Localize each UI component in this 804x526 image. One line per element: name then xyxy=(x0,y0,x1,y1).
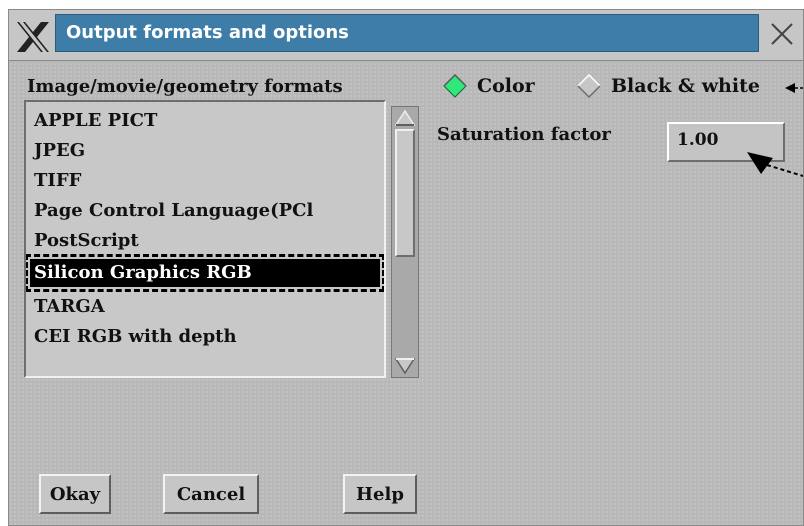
title-bar[interactable]: Output formats and options xyxy=(9,10,803,61)
cancel-button[interactable]: Cancel xyxy=(163,474,259,514)
list-item[interactable]: TARGA xyxy=(30,292,380,322)
close-icon[interactable] xyxy=(767,18,797,50)
radio-black-white[interactable]: Black & white xyxy=(577,74,791,98)
list-item[interactable]: PostScript xyxy=(30,226,380,256)
help-button[interactable]: Help xyxy=(343,474,417,514)
okay-button[interactable]: Okay xyxy=(39,474,111,514)
scroll-down-arrow-icon[interactable] xyxy=(394,357,416,375)
annotation-arrow-icon xyxy=(747,152,803,177)
dialog-window: Output formats and options Image/movie/g… xyxy=(8,9,804,526)
formats-label: Image/movie/geometry formats xyxy=(27,76,343,97)
radio-label-color: Color xyxy=(477,75,535,97)
radio-diamond-icon xyxy=(443,74,467,98)
formats-listbox[interactable]: APPLE PICT JPEG TIFF Page Control Langua… xyxy=(24,100,386,378)
radio-label-black-white: Black & white xyxy=(611,75,760,97)
formats-scrollbar[interactable] xyxy=(391,106,419,378)
list-item[interactable]: TIFF xyxy=(30,166,380,196)
list-item-selected[interactable]: Silicon Graphics RGB xyxy=(26,254,384,292)
saturation-label: Saturation factor xyxy=(437,124,611,145)
list-item[interactable]: APPLE PICT xyxy=(30,106,380,136)
x-window-icon xyxy=(17,22,49,52)
scroll-up-arrow-icon[interactable] xyxy=(394,109,416,127)
list-item[interactable]: Page Control Language(PCl xyxy=(30,196,380,226)
scroll-thumb[interactable] xyxy=(395,129,415,257)
radio-diamond-icon xyxy=(577,74,601,98)
list-item[interactable]: CEI RGB with depth xyxy=(30,322,380,352)
radio-color[interactable]: Color xyxy=(443,74,573,98)
window-title: Output formats and options xyxy=(55,14,759,52)
list-item[interactable]: JPEG xyxy=(30,136,380,166)
annotation-arrow-icon xyxy=(785,83,803,93)
